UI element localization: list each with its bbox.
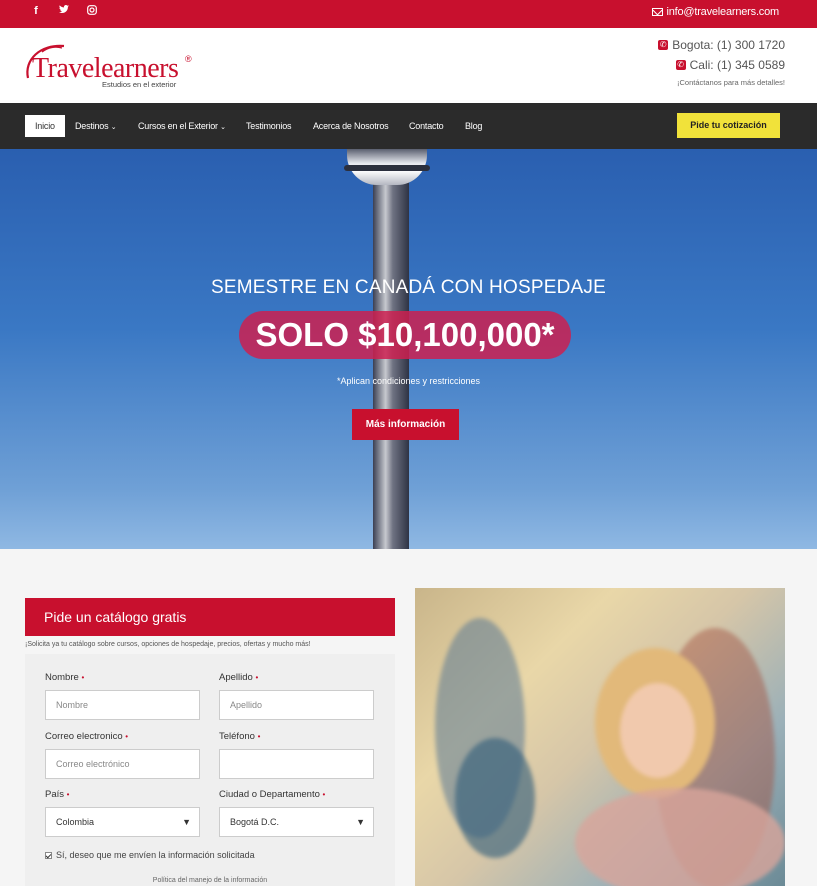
pais-value: Colombia <box>56 817 95 827</box>
required-mark: • <box>81 673 85 682</box>
apellido-input[interactable]: Apellido <box>219 690 374 720</box>
required-mark: • <box>322 790 326 799</box>
ciudad-value: Bogotá D.C. <box>230 817 280 827</box>
envelope-icon <box>652 8 664 16</box>
consent-checkbox[interactable] <box>45 851 52 859</box>
nav-item-label: Acerca de Nosotros <box>313 121 389 131</box>
nav-item-label: Destinos <box>75 121 109 131</box>
logo-registered-mark: ® <box>185 54 192 64</box>
nav-item-contacto[interactable]: Contacto <box>409 115 444 137</box>
student-photo <box>415 588 785 886</box>
consent-label: Sí, deseo que me envíen la información s… <box>56 850 255 860</box>
label-text: Correo electronico <box>45 731 123 742</box>
hero-conditions: *Aplican condiciones y restricciones <box>336 376 481 386</box>
phone-bogota[interactable]: ✆ Bogota: (1) 300 1720 <box>658 35 785 55</box>
ciudad-label: Ciudad o Departamento • <box>219 789 325 800</box>
phone-cali[interactable]: ✆ Cali: (1) 345 0589 <box>658 55 785 75</box>
hero-banner: SEMESTRE EN CANADÁ CON HOSPEDAJE SOLO $1… <box>0 149 817 549</box>
nav-item-cursos[interactable]: Cursos en el Exterior ⌄ <box>138 115 226 137</box>
apellido-label: Apellido • <box>219 672 258 683</box>
chevron-down-icon: ⌄ <box>110 124 117 131</box>
more-info-button[interactable]: Más información <box>352 409 459 440</box>
required-mark: • <box>125 732 129 741</box>
photo-face <box>620 683 695 778</box>
chevron-down-icon: ⌄ <box>220 124 226 131</box>
nav-item-blog[interactable]: Blog <box>465 115 482 137</box>
nav-item-label: Cursos en el Exterior <box>138 121 218 131</box>
telefono-input[interactable] <box>219 749 374 779</box>
phone-icon: ✆ <box>675 60 686 70</box>
label-text: Ciudad o Departamento <box>219 789 320 800</box>
label-text: País <box>45 789 65 800</box>
required-mark: • <box>257 732 261 741</box>
required-mark: • <box>255 673 259 682</box>
contact-note: ¡Contáctanos para más detalles! <box>677 78 785 87</box>
nav-item-destinos[interactable]: Destinos ⌄ <box>75 115 117 137</box>
form-body: Nombre • Nombre Apellido • Apellido Corr… <box>25 654 395 886</box>
twitter-icon[interactable] <box>58 5 70 18</box>
nav-item-testimonios[interactable]: Testimonios <box>246 115 292 137</box>
social-links: f <box>30 5 98 18</box>
nav-item-label: Testimonios <box>246 121 292 131</box>
top-bar: f info@travelearners.com <box>0 0 817 28</box>
logo-tagline: Estudios en el exterior <box>102 80 177 89</box>
site-header: Travelearners ® Estudios en el exterior … <box>0 28 817 103</box>
hero-price: SOLO $10,100,000* <box>239 311 571 359</box>
label-text: Nombre <box>45 672 79 683</box>
facebook-icon[interactable]: f <box>30 5 42 18</box>
quote-button[interactable]: Pide tu cotización <box>677 113 780 138</box>
dropdown-arrow-icon: ▼ <box>356 817 365 827</box>
nav-item-label: Contacto <box>409 121 444 131</box>
nombre-input[interactable]: Nombre <box>45 690 200 720</box>
email-text: info@travelearners.com <box>666 6 779 18</box>
correo-label: Correo electronico • <box>45 731 128 742</box>
consent-row: Sí, deseo que me envíen la información s… <box>45 850 255 860</box>
contact-info: ✆ Bogota: (1) 300 1720 ✆ Cali: (1) 345 0… <box>658 35 785 87</box>
label-text: Teléfono <box>219 731 255 742</box>
dropdown-arrow-icon: ▼ <box>182 817 191 827</box>
form-subtitle: ¡Solicita ya tu catálogo sobre cursos, o… <box>25 641 311 648</box>
main-nav: Inicio Destinos ⌄ Cursos en el Exterior … <box>0 103 817 149</box>
telefono-label: Teléfono • <box>219 731 260 742</box>
hero-title: SEMESTRE EN CANADÁ CON HOSPEDAJE <box>211 277 606 298</box>
logo[interactable]: Travelearners ® Estudios en el exterior <box>22 38 202 94</box>
phone-cali-label: Cali: (1) 345 0589 <box>689 58 785 72</box>
label-text: Apellido <box>219 672 253 683</box>
correo-input[interactable]: Correo electrónico <box>45 749 200 779</box>
form-title: Pide un catálogo gratis <box>25 598 395 636</box>
nav-item-label: Inicio <box>35 121 55 131</box>
pais-select[interactable]: Colombia ▼ <box>45 807 200 837</box>
email-link[interactable]: info@travelearners.com <box>652 6 779 18</box>
cn-tower-ring <box>344 165 430 171</box>
ciudad-select[interactable]: Bogotá D.C. ▼ <box>219 807 374 837</box>
catalog-form: Pide un catálogo gratis ¡Solicita ya tu … <box>25 598 395 886</box>
phone-bogota-label: Bogota: (1) 300 1720 <box>672 38 785 52</box>
instagram-icon[interactable] <box>86 5 98 18</box>
phone-icon: ✆ <box>658 40 669 50</box>
nav-item-acerca[interactable]: Acerca de Nosotros <box>313 115 389 137</box>
policy-link[interactable]: Política del manejo de la información <box>25 877 395 884</box>
required-mark: • <box>66 790 70 799</box>
nav-item-label: Blog <box>465 121 483 131</box>
nombre-label: Nombre • <box>45 672 84 683</box>
photo-bg-figure <box>455 738 535 858</box>
nav-item-inicio[interactable]: Inicio <box>25 115 65 137</box>
pais-label: País • <box>45 789 69 800</box>
